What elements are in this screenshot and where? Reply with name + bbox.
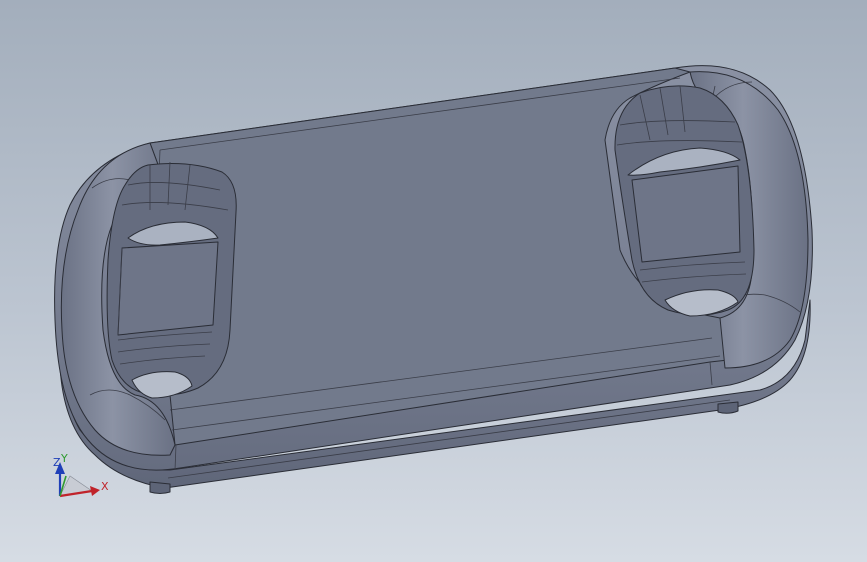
triad-y-label: Y bbox=[61, 452, 68, 465]
triad-z-label: Z bbox=[53, 456, 61, 469]
view-orientation-triad[interactable] bbox=[55, 462, 100, 498]
triad-x-arrowhead bbox=[90, 486, 100, 496]
graphics-viewport[interactable]: X Y Z bbox=[0, 0, 867, 562]
3d-model-view[interactable] bbox=[0, 0, 867, 562]
triad-x-label: X bbox=[101, 480, 109, 493]
left-slot bbox=[106, 161, 237, 399]
